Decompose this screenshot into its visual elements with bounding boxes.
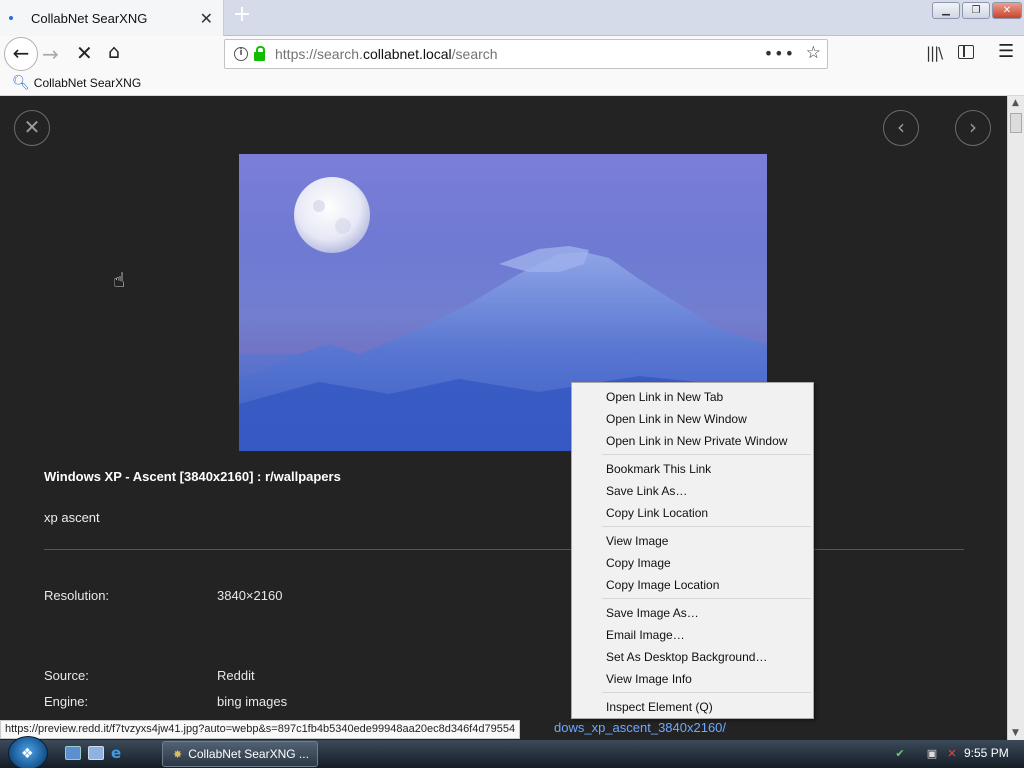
internet-explorer-icon[interactable]: e	[111, 746, 127, 761]
forward-button[interactable]: →	[42, 42, 59, 66]
ctx-save-link[interactable]: Save Link As…	[572, 480, 813, 502]
meta-value: Reddit	[217, 668, 255, 683]
result-title[interactable]: Windows XP - Ascent [3840x2160] : r/wall…	[44, 469, 341, 484]
window-close-button[interactable]: ✕	[992, 2, 1022, 19]
minimize-button[interactable]: ▁	[932, 2, 960, 19]
window-controls: ▁ ❐ ✕	[932, 2, 1022, 19]
new-tab-icon[interactable]: +	[230, 4, 254, 28]
search-icon: 🔍︎	[12, 75, 30, 91]
sidebar-icon[interactable]	[958, 45, 974, 59]
scroll-up-icon[interactable]: ▲	[1012, 98, 1019, 108]
ctx-email-image[interactable]: Email Image…	[572, 624, 813, 646]
ctx-view-image-info[interactable]: View Image Info	[572, 668, 813, 690]
ctx-copy-image[interactable]: Copy Image	[572, 552, 813, 574]
restore-button[interactable]: ❐	[962, 2, 990, 19]
meta-value: 3840×2160	[217, 588, 283, 603]
nav-toolbar: ← → ✕ ⌂ i https://search.collabnet.local…	[0, 36, 1024, 72]
ctx-bookmark-link[interactable]: Bookmark This Link	[572, 458, 813, 480]
back-button[interactable]: ←	[4, 37, 38, 71]
meta-label: Engine:	[44, 694, 89, 709]
tab-title: CollabNet SearXNG	[31, 10, 148, 26]
tab-close-icon[interactable]: ✕	[200, 9, 213, 28]
chevron-left-icon[interactable]: ‹	[883, 110, 919, 146]
ctx-open-new-window[interactable]: Open Link in New Window	[572, 408, 813, 430]
bookmarks-toolbar: 🔍︎ CollabNet SearXNG	[0, 72, 1024, 96]
menu-separator	[602, 526, 811, 527]
bookmark-item[interactable]: 🔍︎ CollabNet SearXNG	[12, 75, 141, 91]
ctx-view-image[interactable]: View Image	[572, 530, 813, 552]
taskbar-window-button[interactable]: ✸ CollabNet SearXNG ...	[162, 741, 318, 767]
windows-logo-icon: ❖	[21, 746, 34, 762]
bookmark-label: CollabNet SearXNG	[33, 76, 142, 90]
app-icon: ✸	[173, 747, 183, 761]
ctx-open-private-window[interactable]: Open Link in New Private Window	[572, 430, 813, 452]
clock[interactable]: 9:55 PM	[964, 746, 1009, 760]
page-content: ✕ ‹ › Windows XP - Ascent [3840x2160]: …	[0, 96, 1007, 740]
page-actions-icon[interactable]: •••	[764, 44, 795, 63]
meta-label: Resolution:	[44, 588, 110, 603]
taskbar-window-label: CollabNet SearXNG ...	[188, 747, 309, 761]
close-icon[interactable]: ✕	[14, 110, 50, 146]
result-description: xp ascent	[44, 510, 100, 525]
show-desktop-icon[interactable]	[65, 746, 81, 760]
hand-cursor-icon: ☝	[113, 268, 126, 292]
switch-windows-icon[interactable]	[88, 746, 104, 760]
ctx-set-desktop-bg[interactable]: Set As Desktop Background…	[572, 646, 813, 668]
ctx-copy-link[interactable]: Copy Link Location	[572, 502, 813, 524]
divider	[44, 549, 964, 550]
site-info-icon[interactable]: i	[234, 47, 248, 61]
system-tray: ✔ ▣ ✕	[893, 747, 959, 760]
menu-separator	[602, 454, 811, 455]
ctx-copy-image-location[interactable]: Copy Image Location	[572, 574, 813, 596]
tab-loading-icon	[9, 16, 13, 20]
meta-value: bing images	[217, 694, 288, 709]
stop-button[interactable]: ✕	[76, 41, 93, 65]
ctx-save-image[interactable]: Save Image As…	[572, 602, 813, 624]
scrollbar-thumb[interactable]	[1010, 113, 1022, 133]
tab-active[interactable]: CollabNet SearXNG ✕	[0, 0, 224, 36]
url-bar[interactable]: i https://search.collabnet.local/search …	[224, 39, 828, 69]
network-icon[interactable]: ▣	[925, 747, 939, 760]
status-url: https://preview.redd.it/f7tvzyxs4jw41.jp…	[0, 720, 521, 739]
menu-icon[interactable]: ☰	[998, 41, 1014, 62]
url-text[interactable]: https://search.collabnet.local/search	[275, 46, 498, 62]
chevron-right-icon[interactable]: ›	[955, 110, 991, 146]
home-button[interactable]: ⌂	[108, 41, 120, 63]
security-center-icon[interactable]: ✔	[893, 747, 907, 760]
ctx-open-new-tab[interactable]: Open Link in New Tab	[572, 386, 813, 408]
lock-icon[interactable]	[254, 45, 265, 61]
menu-separator	[602, 598, 811, 599]
tray-spacer	[913, 747, 919, 760]
ctx-inspect-element[interactable]: Inspect Element (Q)	[572, 696, 813, 718]
bookmark-star-icon[interactable]: ☆	[806, 43, 821, 63]
start-button[interactable]: ❖	[8, 736, 48, 768]
context-menu: Open Link in New Tab Open Link in New Wi…	[571, 382, 814, 719]
meta-label: Source:	[44, 668, 89, 683]
tab-bar: CollabNet SearXNG ✕ + ▁ ❐ ✕	[0, 0, 1024, 36]
result-link[interactable]: dows_xp_ascent_3840x2160/	[554, 720, 726, 735]
library-icon[interactable]: |||\	[926, 44, 943, 62]
menu-separator	[602, 692, 811, 693]
scroll-down-icon[interactable]: ▼	[1012, 728, 1019, 738]
taskbar: ❖ e ✸ CollabNet SearXNG ... ✔ ▣ ✕ 9:55 P…	[0, 736, 1024, 768]
vertical-scrollbar[interactable]: ▲ ▼	[1007, 96, 1024, 740]
volume-muted-icon[interactable]: ✕	[945, 747, 959, 760]
